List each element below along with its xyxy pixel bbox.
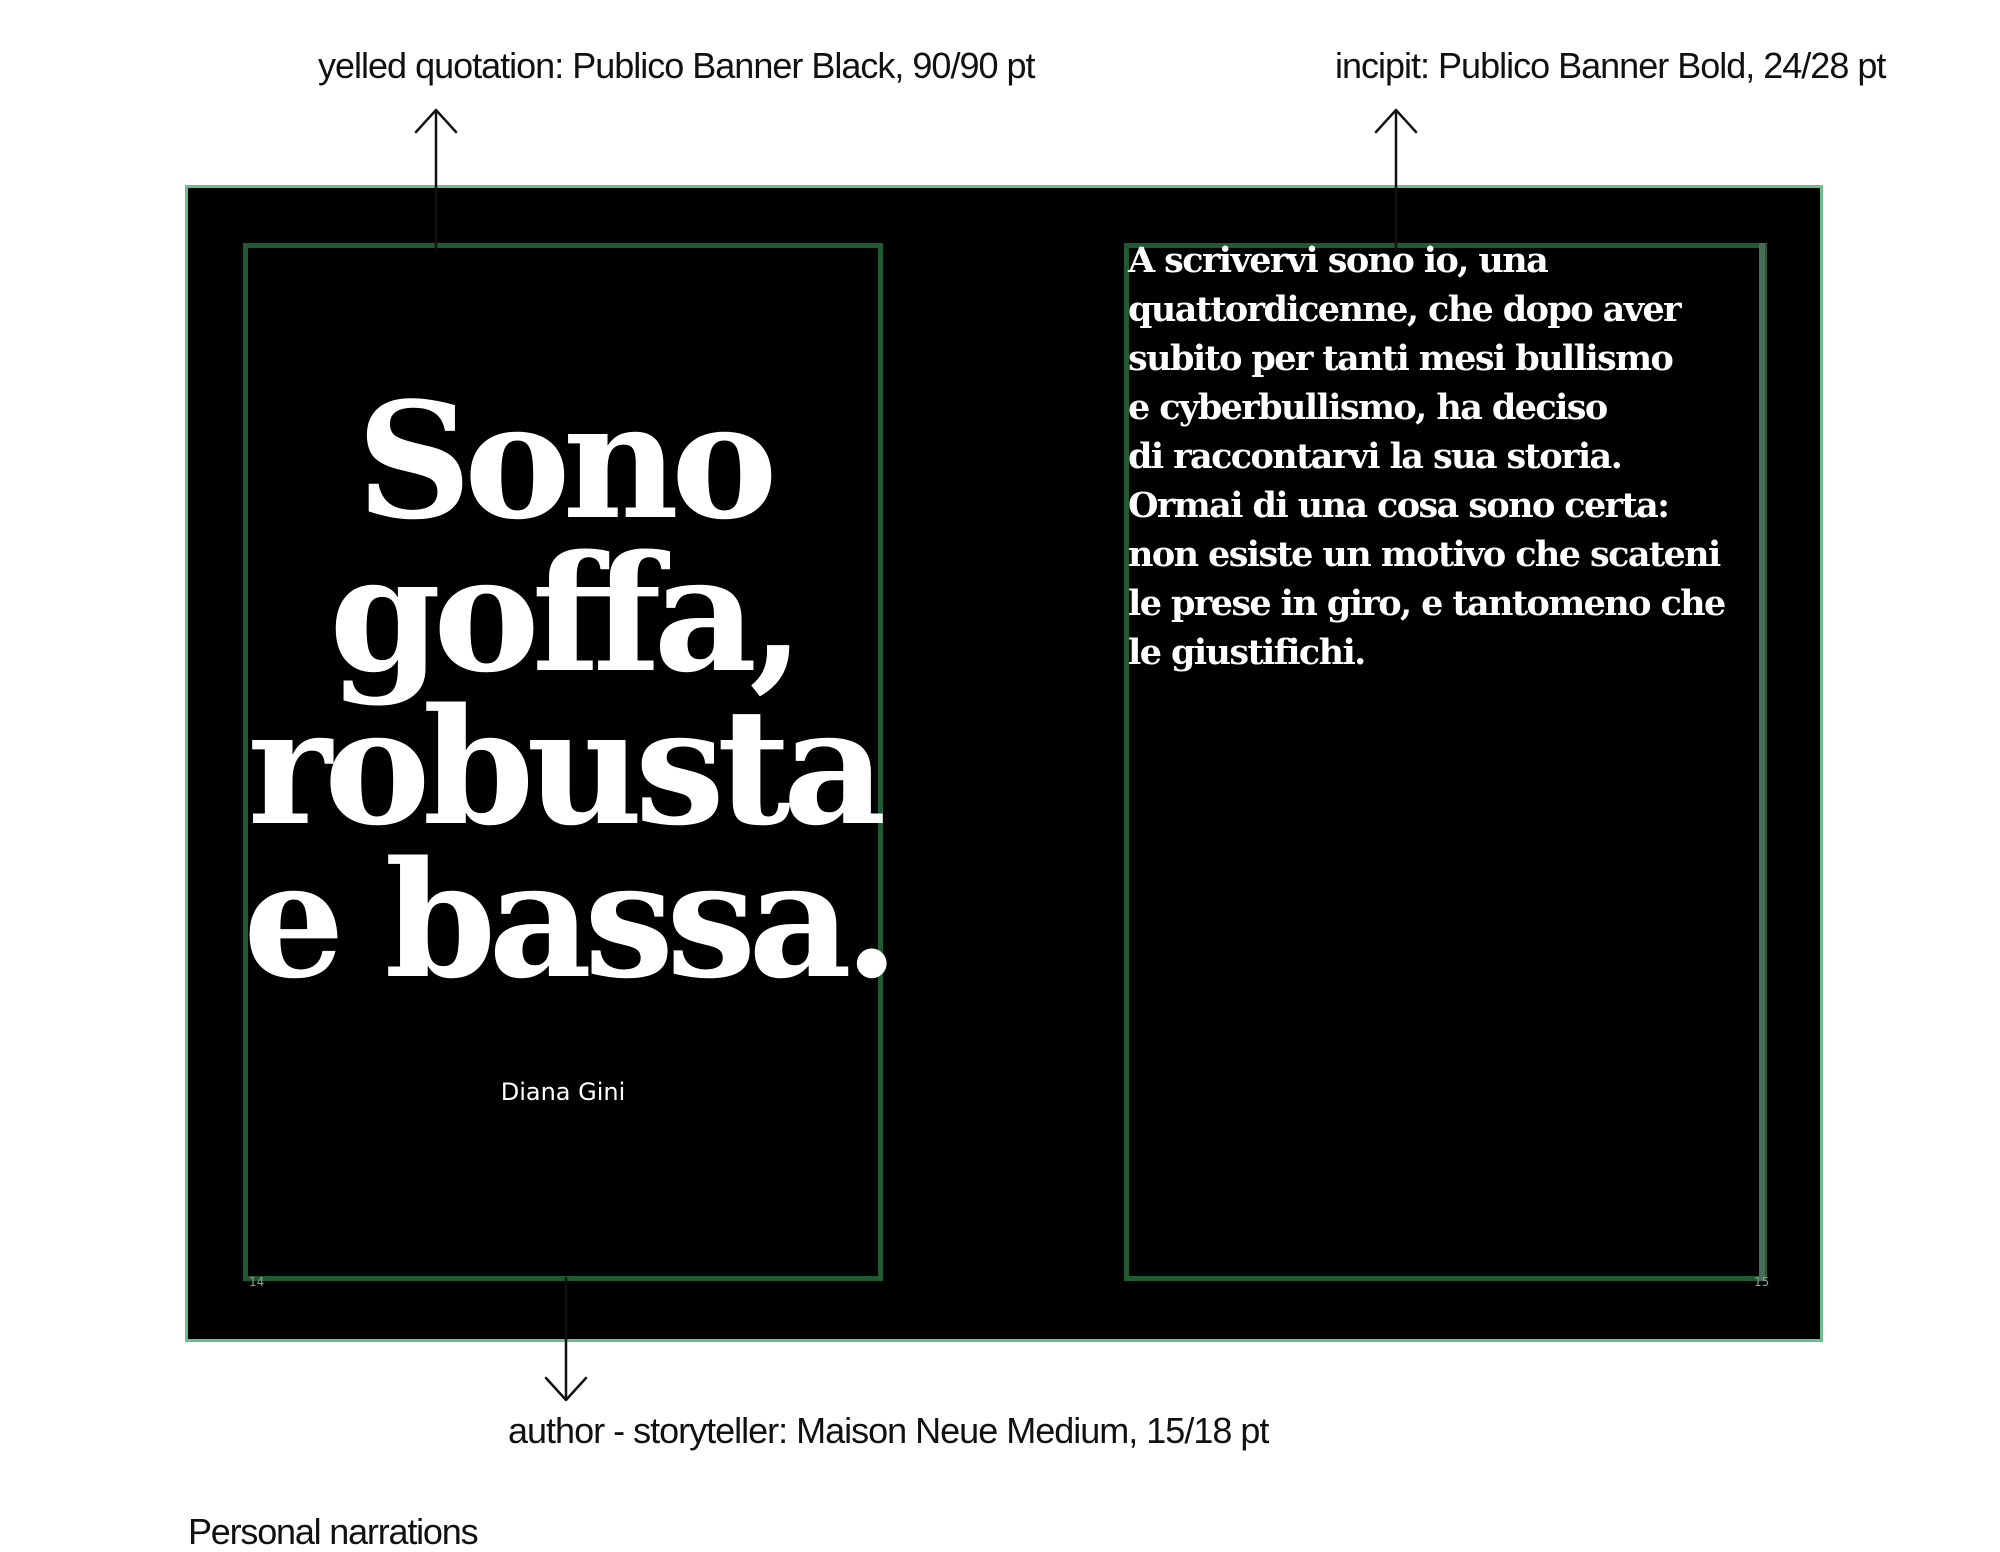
incipit-line: di raccontarvi la sua storia. — [1128, 436, 1623, 477]
page-number-left: 14 — [249, 1275, 265, 1289]
incipit-line: quattordicenne, che dopo aver — [1128, 289, 1682, 330]
incipit-line: le giustifichi. — [1128, 632, 1366, 673]
yelled-quotation: Sono goffa, robusta e bassa. — [243, 367, 900, 1014]
quote-spec-label: yelled quotation: Publico Banner Black, … — [318, 45, 1036, 86]
quote-line: Sono — [356, 367, 777, 555]
incipit-line: e cyberbullismo, ha deciso — [1128, 387, 1608, 428]
page-number-right: 15 — [1754, 1275, 1770, 1289]
incipit-line: le prese in giro, e tantomeno che — [1128, 583, 1726, 624]
quote-line: robusta — [247, 673, 887, 861]
incipit-line: subito per tanti mesi bullismo — [1128, 338, 1674, 379]
incipit-line: non esiste un motivo che scateni — [1128, 534, 1721, 575]
incipit-spec-label: incipit: Publico Banner Bold, 24/28 pt — [1335, 45, 1886, 86]
author-name: Diana Gini — [500, 1078, 626, 1106]
incipit-text: A scrivervi sono io, una quattordicenne,… — [1128, 236, 1768, 677]
incipit-line: Ormai di una cosa sono certa: — [1128, 485, 1670, 526]
quote-line: e bassa. — [243, 826, 900, 1014]
incipit-line: A scrivervi sono io, una — [1128, 240, 1549, 281]
author-arrowhead-icon — [544, 1376, 588, 1402]
author-spec-label: author - storyteller: Maison Neue Medium… — [508, 1410, 1269, 1451]
incipit-arrowhead-icon — [1374, 108, 1418, 134]
quote-arrowhead-icon — [414, 108, 458, 134]
quote-line: goffa, — [329, 520, 805, 708]
